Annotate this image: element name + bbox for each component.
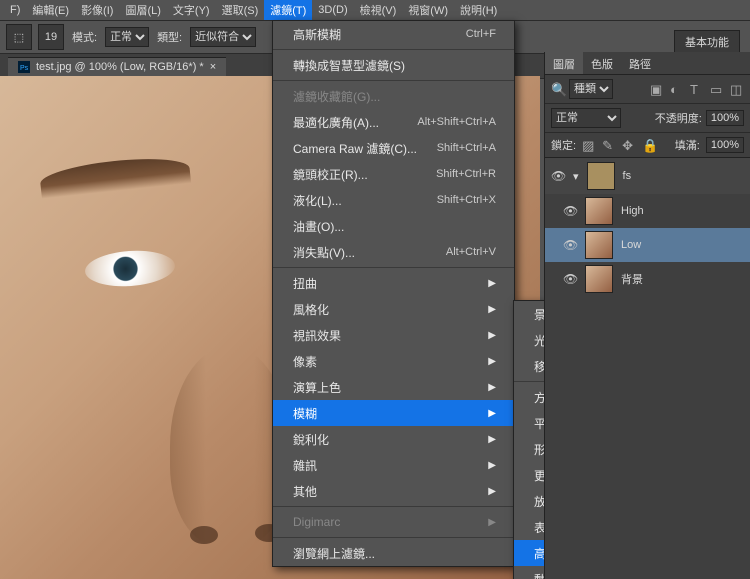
chevron-down-icon[interactable]: ▾ — [573, 170, 579, 183]
filter-smart-icon[interactable]: ◫ — [730, 82, 744, 96]
submenu-arrow-icon: ▶ — [488, 382, 496, 393]
menu-item[interactable]: 瀏覽網上濾鏡... — [273, 540, 514, 566]
menu-item[interactable]: 扭曲▶ — [273, 270, 514, 296]
mode-label: 模式: — [70, 29, 99, 45]
fill-label: 填滿: — [675, 137, 700, 153]
menu-item: 濾鏡收藏館(G)... — [273, 83, 514, 109]
lock-position-icon[interactable]: ✥ — [622, 138, 636, 152]
menu-item[interactable]: 消失點(V)...Alt+Ctrl+V — [273, 239, 514, 265]
menu-item[interactable]: 影像(I) — [75, 0, 119, 20]
blend-opacity-row: 正常 不透明度: 100% — [545, 104, 750, 133]
layer-thumbnail[interactable] — [585, 231, 613, 259]
submenu-arrow-icon: ▶ — [488, 460, 496, 471]
ps-icon: Ps — [18, 61, 30, 73]
group-name[interactable]: fs — [623, 170, 632, 182]
tool-option-box[interactable]: 19 — [38, 24, 64, 50]
visibility-icon[interactable]: 👁 — [551, 169, 565, 183]
filter-adjust-icon[interactable]: ◐ — [670, 82, 684, 96]
menu-item[interactable]: 液化(L)...Shift+Ctrl+X — [273, 187, 514, 213]
layer-group[interactable]: 👁 ▾ fs — [545, 158, 750, 194]
layer-thumbnail[interactable] — [585, 265, 613, 293]
menu-item[interactable]: 說明(H) — [454, 0, 503, 20]
lock-transparent-icon[interactable]: ▨ — [582, 138, 596, 152]
menu-item[interactable]: 編輯(E) — [26, 0, 75, 20]
close-icon[interactable]: × — [210, 61, 216, 73]
menu-item[interactable]: 鏡頭校正(R)...Shift+Ctrl+R — [273, 161, 514, 187]
menu-item[interactable]: 濾鏡(T) — [264, 0, 312, 20]
lock-paint-icon[interactable]: ✎ — [602, 138, 616, 152]
menu-item[interactable]: 銳利化▶ — [273, 426, 514, 452]
layer-row[interactable]: 👁 背景 — [545, 262, 750, 296]
layer-kind-select[interactable]: 種類 — [569, 79, 613, 99]
folder-icon — [587, 162, 615, 190]
submenu-arrow-icon: ▶ — [488, 486, 496, 497]
submenu-arrow-icon: ▶ — [488, 517, 496, 528]
menu-item[interactable]: 轉換成智慧型濾鏡(S) — [273, 52, 514, 78]
type-select[interactable]: 近似符合 — [190, 27, 256, 47]
menu-item[interactable]: Camera Raw 濾鏡(C)...Shift+Ctrl+A — [273, 135, 514, 161]
menu-bar: F)編輯(E)影像(I)圖層(L)文字(Y)選取(S)濾鏡(T)3D(D)檢視(… — [0, 0, 750, 21]
menu-item[interactable]: 最適化廣角(A)...Alt+Shift+Ctrl+A — [273, 109, 514, 135]
submenu-arrow-icon: ▶ — [488, 304, 496, 315]
visibility-icon[interactable]: 👁 — [563, 272, 577, 286]
layer-name[interactable]: High — [621, 205, 644, 217]
submenu-arrow-icon: ▶ — [488, 434, 496, 445]
visibility-icon[interactable]: 👁 — [563, 204, 577, 218]
menu-item[interactable]: 模糊▶ — [273, 400, 514, 426]
visibility-icon[interactable]: 👁 — [563, 238, 577, 252]
layer-filter-row: 🔍 種類 ▣ ◐ T ▭ ◫ — [545, 75, 750, 104]
filter-image-icon[interactable]: ▣ — [650, 82, 664, 96]
menu-item[interactable]: 文字(Y) — [167, 0, 216, 20]
panel-tab[interactable]: 色版 — [583, 52, 621, 74]
menu-item: Digimarc▶ — [273, 509, 514, 535]
fill-value[interactable]: 100% — [706, 137, 744, 153]
opacity-label: 不透明度: — [655, 110, 702, 126]
menu-item[interactable]: 3D(D) — [312, 2, 353, 18]
menu-item[interactable]: 選取(S) — [216, 0, 265, 20]
svg-text:Ps: Ps — [20, 65, 29, 72]
layer-row[interactable]: 👁 High — [545, 194, 750, 228]
submenu-arrow-icon: ▶ — [488, 330, 496, 341]
panel-tab[interactable]: 路徑 — [621, 52, 659, 74]
layer-name[interactable]: Low — [621, 239, 641, 251]
layer-row[interactable]: 👁 Low — [545, 228, 750, 262]
tool-preset[interactable]: ⬚ — [6, 24, 32, 50]
lock-fill-row: 鎖定: ▨ ✎ ✥ 🔒 填滿: 100% — [545, 133, 750, 158]
menu-item[interactable]: 像素▶ — [273, 348, 514, 374]
search-icon[interactable]: 🔍 — [551, 82, 565, 96]
opacity-value[interactable]: 100% — [706, 110, 744, 126]
menu-item[interactable]: 高斯模糊Ctrl+F — [273, 21, 514, 47]
mode-select[interactable]: 正常 — [105, 27, 149, 47]
menu-item[interactable]: 視窗(W) — [402, 0, 454, 20]
menu-item[interactable]: 其他▶ — [273, 478, 514, 504]
menu-item[interactable]: 風格化▶ — [273, 296, 514, 322]
document-tab-title: test.jpg @ 100% (Low, RGB/16*) * — [36, 61, 204, 73]
menu-item[interactable]: 油畫(O)... — [273, 213, 514, 239]
right-panels: 圖層色版路徑 🔍 種類 ▣ ◐ T ▭ ◫ 正常 不透明度: 100% 鎖定: … — [544, 52, 750, 579]
layer-name[interactable]: 背景 — [621, 271, 643, 287]
menu-item[interactable]: 檢視(V) — [354, 0, 403, 20]
lock-label: 鎖定: — [551, 137, 576, 153]
menu-item[interactable]: 圖層(L) — [119, 0, 166, 20]
layers-list: 👁 ▾ fs 👁 High 👁 Low 👁 背景 — [545, 158, 750, 296]
submenu-arrow-icon: ▶ — [488, 278, 496, 289]
menu-item[interactable]: 雜訊▶ — [273, 452, 514, 478]
type-label: 類型: — [155, 29, 184, 45]
menu-item[interactable]: F) — [4, 2, 26, 18]
filter-type-icon[interactable]: T — [690, 82, 704, 96]
submenu-arrow-icon: ▶ — [488, 356, 496, 367]
submenu-arrow-icon: ▶ — [488, 408, 496, 419]
panel-tabs: 圖層色版路徑 — [545, 52, 750, 75]
menu-item[interactable]: 演算上色▶ — [273, 374, 514, 400]
blend-mode-select[interactable]: 正常 — [551, 108, 621, 128]
menu-item[interactable]: 視訊效果▶ — [273, 322, 514, 348]
document-tab[interactable]: Ps test.jpg @ 100% (Low, RGB/16*) * × — [8, 57, 226, 76]
filter-shape-icon[interactable]: ▭ — [710, 82, 724, 96]
lock-all-icon[interactable]: 🔒 — [642, 138, 656, 152]
panel-tab[interactable]: 圖層 — [545, 52, 583, 74]
workspace-switcher[interactable]: 基本功能 — [674, 30, 740, 54]
layer-thumbnail[interactable] — [585, 197, 613, 225]
filter-menu: 高斯模糊Ctrl+F 轉換成智慧型濾鏡(S) 濾鏡收藏館(G)...最適化廣角(A)… — [272, 20, 515, 567]
